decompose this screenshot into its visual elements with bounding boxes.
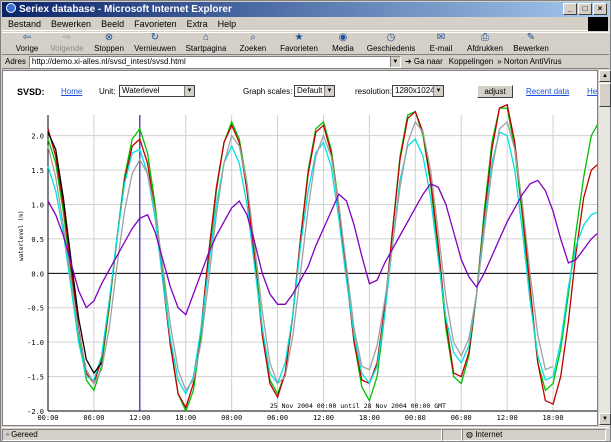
edit-icon: ✎ (526, 32, 536, 43)
y-tick-label: -1.5 (27, 374, 44, 382)
x-tick-label: 12:00 (129, 414, 150, 422)
y-tick-label: 0.5 (31, 236, 44, 244)
media-button[interactable]: ◉ Media (324, 32, 362, 54)
x-tick-label: 12:00 (497, 414, 518, 422)
menu-bar: Bestand Bewerken Beeld Favorieten Extra … (2, 17, 609, 31)
menu-favorieten[interactable]: Favorieten (134, 17, 177, 30)
stop-button[interactable]: ⊗ Stoppen (88, 32, 130, 54)
menu-bestand[interactable]: Bestand (8, 17, 41, 30)
history-button[interactable]: ◷ Geschiedenis (362, 32, 420, 54)
x-tick-label: 12:00 (313, 414, 334, 422)
status-text: ▫ Gereed (2, 428, 442, 441)
address-dropdown-icon[interactable]: ▼ (389, 56, 400, 67)
back-button[interactable]: ⇦ Vorige (8, 32, 46, 54)
title-bar: Seriex database - Microsoft Internet Exp… (2, 2, 609, 17)
x-tick-label: 06:00 (83, 414, 104, 422)
stop-icon: ⊗ (104, 32, 114, 43)
date-range-annotation: 25 Nov 2004 00:00 until 28 Nov 2004 00:0… (270, 402, 446, 410)
x-tick-label: 06:00 (451, 414, 472, 422)
y-axis-label: waterlevel (m) (18, 210, 25, 261)
windows-logo-icon (588, 17, 608, 31)
y-tick-label: 0.0 (31, 270, 44, 278)
status-bar: ▫ Gereed ◍ Internet (2, 427, 609, 441)
scroll-up-icon[interactable]: ▲ (599, 70, 611, 82)
menu-bewerken[interactable]: Bewerken (51, 17, 91, 30)
search-button[interactable]: ⌕ Zoeken (232, 32, 274, 54)
refresh-button[interactable]: ↻ Vernieuwen (130, 32, 180, 54)
mail-button[interactable]: ✉ E-mail (420, 32, 462, 54)
close-button[interactable]: × (593, 3, 607, 15)
search-icon: ⌕ (250, 32, 256, 43)
menu-help[interactable]: Help (218, 17, 237, 30)
vertical-scrollbar[interactable]: ▲ ▼ (598, 70, 611, 426)
y-tick-label: 1.0 (31, 201, 44, 209)
home-button[interactable]: ⌂ Startpagina (180, 32, 232, 54)
forward-button[interactable]: ⇨ Volgende (46, 32, 88, 54)
forward-arrow-icon: ⇨ (62, 32, 72, 43)
norton-antivirus-button[interactable]: » Norton AntiVirus (497, 57, 561, 66)
x-tick-label: 18:00 (543, 414, 564, 422)
minimize-button[interactable]: _ (563, 3, 577, 15)
media-icon: ◉ (338, 32, 348, 43)
x-tick-label: 00:00 (37, 414, 58, 422)
go-button[interactable]: ➔ Ga naar (405, 57, 443, 66)
menu-extra[interactable]: Extra (187, 17, 208, 30)
maximize-button[interactable]: □ (578, 3, 592, 15)
scroll-down-icon[interactable]: ▼ (599, 413, 611, 425)
x-tick-label: 18:00 (175, 414, 196, 422)
x-tick-label: 06:00 (267, 414, 288, 422)
status-panel-empty (442, 428, 462, 441)
favorites-icon: ★ (294, 32, 304, 43)
home-icon: ⌂ (202, 32, 210, 43)
browser-window: Seriex database - Microsoft Internet Exp… (0, 0, 611, 442)
address-input[interactable]: http://demo.xi-alles.nl/svsd_intest/svsd… (28, 55, 401, 68)
address-url: http://demo.xi-alles.nl/svsd_intest/svsd… (31, 56, 186, 66)
address-label: Adres (5, 57, 26, 66)
mail-icon: ✉ (436, 32, 446, 43)
x-tick-label: 18:00 (359, 414, 380, 422)
back-arrow-icon: ⇦ (22, 32, 32, 43)
favorites-button[interactable]: ★ Favorieten (274, 32, 324, 54)
address-bar: Adres http://demo.xi-alles.nl/svsd_intes… (2, 55, 609, 69)
x-tick-label: 00:00 (221, 414, 242, 422)
page-content: SVSD: Home Unit: Waterlevel ▼ Graph scale… (2, 70, 598, 426)
y-tick-label: 2.0 (31, 133, 44, 141)
menu-beeld[interactable]: Beeld (101, 17, 124, 30)
edit-button[interactable]: ✎ Bewerken (508, 32, 554, 54)
print-icon: ⎙ (481, 32, 489, 43)
series-line (47, 120, 554, 392)
window-title: Seriex database - Microsoft Internet Exp… (19, 4, 232, 15)
refresh-icon: ↻ (150, 32, 160, 43)
globe-icon: ◍ (466, 429, 476, 439)
waterlevel-chart: -2.0-1.5-1.0-0.50.00.51.01.52.000:00 06:0… (18, 103, 597, 422)
y-tick-label: 1.5 (31, 167, 44, 175)
scroll-thumb[interactable] (599, 83, 611, 107)
print-button[interactable]: ⎙ Afdrukken (462, 32, 508, 54)
y-tick-label: -0.5 (27, 305, 44, 313)
links-button[interactable]: Koppelingen (449, 57, 493, 66)
status-zone: ◍ Internet (462, 428, 606, 441)
toolbar: ⇦ Vorige ⇨ Volgende ⊗ Stoppen ↻ Vernieuwen ⌂… (2, 32, 609, 55)
ie-icon (6, 3, 16, 13)
history-icon: ◷ (386, 32, 396, 43)
x-tick-label: 00:00 (405, 414, 426, 422)
y-tick-label: -1.0 (27, 339, 44, 347)
